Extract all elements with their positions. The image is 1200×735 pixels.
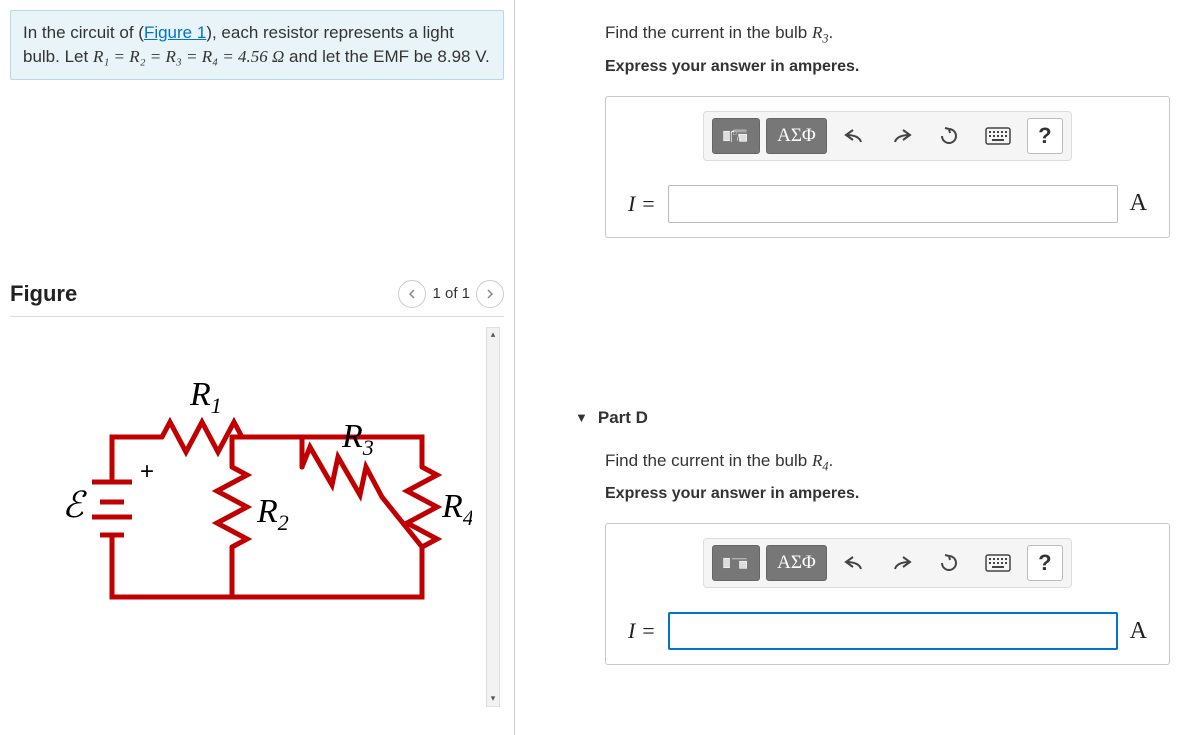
part-c-answer-input[interactable] [668,185,1118,223]
figure-next-button[interactable] [476,280,504,308]
part-d-block: Find the current in the bulb R4. Express… [515,438,1200,676]
figure-page-label: 1 of 1 [432,285,470,302]
part-d-toolbar: ΑΣΦ ? [703,538,1072,588]
scroll-up-icon[interactable]: ▴ [487,328,499,342]
emf-value: 8.98 V [437,47,485,66]
svg-text:+: + [140,458,154,485]
part-d-input-row: I = A [620,612,1155,650]
part-d-answer-box: ΑΣΦ ? [605,523,1170,665]
reset-button[interactable] [929,545,969,581]
scroll-down-icon[interactable]: ▾ [487,692,499,706]
part-d-variable-label: I = [628,618,656,644]
figure-area: ℰ + R1 R2 R3 R4 ▴ ▾ [10,327,504,707]
part-c-prompt: Find the current in the bulb R3. [605,20,1170,48]
help-button[interactable]: ? [1027,545,1063,581]
greek-symbols-button[interactable]: ΑΣΦ [766,545,827,581]
keyboard-button[interactable] [975,118,1021,154]
part-d-unit-label: A [1130,618,1147,645]
figure-title: Figure [10,281,77,307]
template-picker-button[interactable]: □ [712,118,760,154]
part-d-title: Part D [598,408,648,428]
figure-header: Figure 1 of 1 [10,280,504,317]
greek-symbols-button[interactable]: ΑΣΦ [766,118,827,154]
part-c-input-row: I = A [620,185,1155,223]
collapse-icon: ▼ [575,410,588,425]
part-c-toolbar: □ ΑΣΦ [703,111,1072,161]
svg-text:R1: R1 [189,376,222,418]
figure-prev-button[interactable] [398,280,426,308]
help-button[interactable]: ? [1027,118,1063,154]
problem-statement: In the circuit of (Figure 1), each resis… [10,10,504,80]
svg-text:R4: R4 [441,488,472,530]
part-d-header[interactable]: ▼ Part D [515,398,1200,438]
right-panel: Find the current in the bulb R3. Express… [515,0,1200,735]
left-panel: In the circuit of (Figure 1), each resis… [0,0,515,735]
svg-text:ℰ: ℰ [62,485,87,525]
circuit-diagram: ℰ + R1 R2 R3 R4 [42,367,472,667]
part-d-prompt: Find the current in the bulb R4. [605,448,1170,476]
part-d-instruction: Express your answer in amperes. [605,485,1170,503]
figure-scrollbar[interactable]: ▴ ▾ [486,327,500,707]
reset-button[interactable] [929,118,969,154]
part-c-unit-label: A [1130,190,1147,217]
template-picker-button[interactable] [712,545,760,581]
equation-vars: R₁ = R₂ = R₃ = R₄ = 4.56 Ω [93,47,284,66]
undo-button[interactable] [833,118,875,154]
part-c-variable-label: I = [628,191,656,217]
part-c-block: Find the current in the bulb R3. Express… [515,0,1200,248]
svg-text:R2: R2 [256,493,289,535]
svg-text:R3: R3 [341,418,374,460]
part-c-answer-box: □ ΑΣΦ [605,96,1170,238]
redo-button[interactable] [881,545,923,581]
redo-button[interactable] [881,118,923,154]
keyboard-button[interactable] [975,545,1021,581]
figure-link[interactable]: Figure 1 [144,23,206,42]
undo-button[interactable] [833,545,875,581]
part-d-answer-input[interactable] [668,612,1118,650]
part-c-instruction: Express your answer in amperes. [605,58,1170,76]
figure-nav: 1 of 1 [398,280,504,308]
